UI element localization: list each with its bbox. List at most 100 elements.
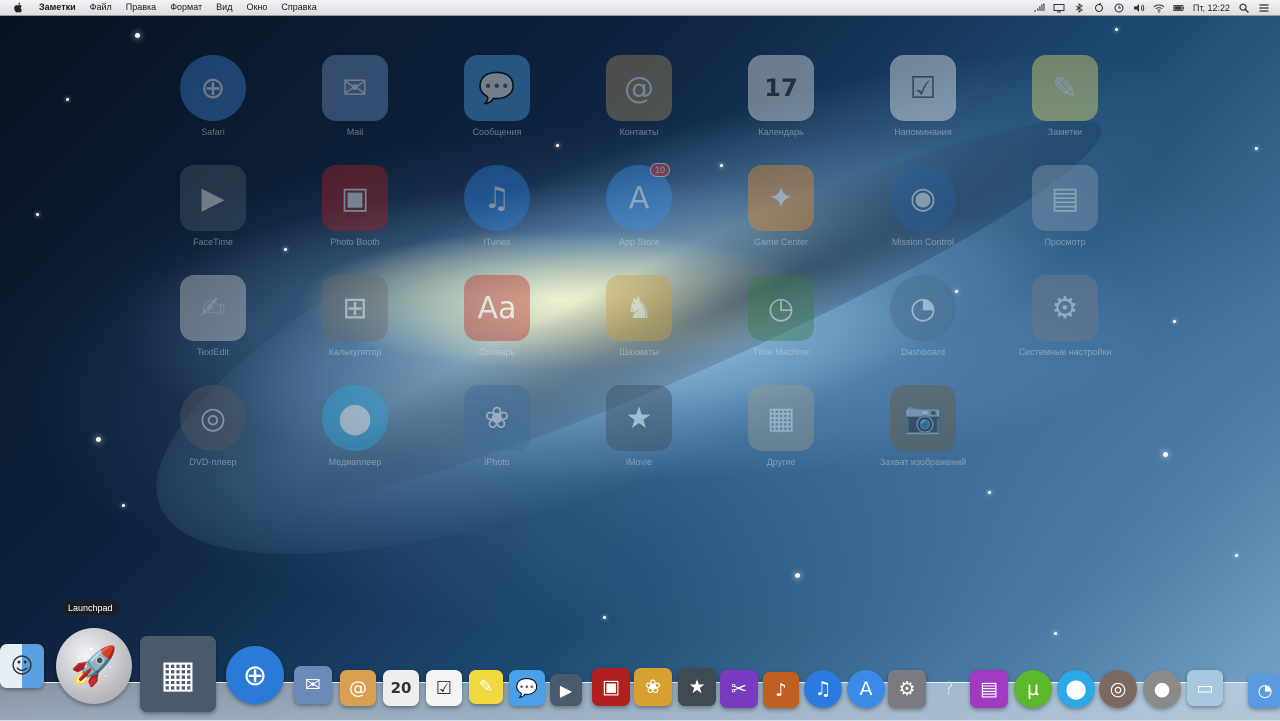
launchpad-app-facetime[interactable]: ▶ FaceTime bbox=[168, 165, 258, 265]
launchpad-app-notes[interactable]: ✎ Заметки bbox=[1020, 55, 1110, 155]
slideshow-icon: ▤ bbox=[980, 678, 998, 700]
launchpad-app-label: Safari bbox=[201, 127, 225, 137]
dock-item-garageband[interactable]: ♪ bbox=[763, 672, 799, 708]
dock-item-photo-booth[interactable]: ▣ bbox=[592, 668, 630, 706]
film-reel-icon: ⬤ bbox=[322, 385, 388, 451]
menu-file[interactable]: Файл bbox=[83, 0, 119, 15]
launchpad-app-label: Словарь bbox=[478, 347, 516, 357]
music-note-icon: ♫ bbox=[814, 678, 832, 700]
dock-item-messages[interactable]: 💬 bbox=[509, 670, 545, 706]
apple-menu-icon[interactable] bbox=[12, 2, 24, 13]
launchpad-app-image-capture[interactable]: 📷 Захват изображений bbox=[878, 385, 968, 485]
document-pen-icon-glyph: ✍ bbox=[200, 290, 226, 326]
launchpad-app-label: iMovie bbox=[625, 457, 652, 467]
folder-icon-glyph: ▦ bbox=[766, 400, 796, 436]
dock-item-finder[interactable]: ☺ bbox=[0, 644, 44, 688]
dock-item-safari[interactable]: ⊕ bbox=[226, 646, 284, 704]
dock-item-notes[interactable]: ✎ bbox=[469, 670, 503, 704]
launchpad-app-photo-booth[interactable]: ▣ Photo Booth bbox=[310, 165, 400, 265]
dock-item-downloads[interactable]: ◔ bbox=[1248, 674, 1280, 708]
star-icon: ★ bbox=[688, 676, 706, 698]
launchpad-app-label: Медиаплеер bbox=[328, 457, 382, 467]
launchpad-app-label: Другие bbox=[766, 457, 796, 467]
dock-item-final-cut[interactable]: ✂ bbox=[720, 670, 758, 708]
launchpad-app-preview[interactable]: ▤ Просмотр bbox=[1020, 165, 1110, 265]
launchpad-app-label: App Store bbox=[618, 237, 660, 247]
launchpad-app-label: Dashboard bbox=[900, 347, 946, 357]
dock-item-imovie[interactable]: ★ bbox=[678, 668, 716, 706]
video-camera-icon-glyph: ▶ bbox=[201, 180, 225, 216]
launchpad-app-mail[interactable]: ✉ Mail bbox=[310, 55, 400, 155]
menu-clock[interactable]: Пт, 12:22 bbox=[1193, 3, 1230, 13]
launchpad-app-safari[interactable]: ⊕ Safari bbox=[168, 55, 258, 155]
menu-format[interactable]: Формат bbox=[163, 0, 209, 15]
dock-item-dvd-player[interactable]: ◎ bbox=[1099, 670, 1137, 708]
launchpad-app-iphoto[interactable]: ❀ iPhoto bbox=[452, 385, 542, 485]
bars-status-icon[interactable] bbox=[1033, 3, 1045, 13]
compass-icon: ⊕ bbox=[242, 658, 268, 692]
launchpad-app-itunes[interactable]: ♫ iTunes bbox=[452, 165, 542, 265]
launchpad-app-calendar[interactable]: 17 Календарь bbox=[736, 55, 826, 155]
star bbox=[122, 504, 125, 507]
battery-icon[interactable] bbox=[1173, 3, 1185, 13]
launchpad-app-dictionary[interactable]: Aa Словарь bbox=[452, 275, 542, 375]
dock-item-help[interactable]: ? bbox=[932, 672, 966, 706]
menu-view[interactable]: Вид bbox=[209, 0, 239, 15]
launchpad-app-chess[interactable]: ♞ Шахматы bbox=[594, 275, 684, 375]
dock-item-reminders[interactable]: ☑ bbox=[426, 670, 462, 706]
dock-item-calendar[interactable]: 20 bbox=[383, 670, 419, 706]
wifi-icon[interactable] bbox=[1153, 3, 1165, 13]
star bbox=[1163, 452, 1168, 457]
dock-item-mission-control[interactable]: ▦ bbox=[140, 636, 216, 712]
notification-center-icon[interactable] bbox=[1258, 3, 1270, 13]
launchpad-app-label: Системные настройки bbox=[1018, 347, 1112, 357]
launchpad-app-dashboard[interactable]: ◔ Dashboard bbox=[878, 275, 968, 375]
launchpad-app-messages[interactable]: 💬 Сообщения bbox=[452, 55, 542, 155]
dock-item-media-record[interactable]: ● bbox=[1143, 670, 1181, 708]
dock-item-media-player[interactable]: ⬤ bbox=[1057, 670, 1095, 708]
screen-mirroring-icon[interactable] bbox=[1053, 3, 1065, 13]
clapperboard-icon: ✂ bbox=[731, 678, 747, 700]
launchpad-app-app-store[interactable]: A 10 App Store bbox=[594, 163, 684, 265]
launchpad-app-reminders[interactable]: ☑ Напоминания bbox=[878, 55, 968, 155]
launchpad-app-dvd-player[interactable]: ◎ DVD-плеер bbox=[168, 385, 258, 485]
launchpad-app-calculator[interactable]: ⊞ Калькулятор bbox=[310, 275, 400, 375]
launchpad-app-mission-control[interactable]: ◉ Mission Control bbox=[878, 165, 968, 265]
launchpad-app-utilities[interactable]: ▦ Другие bbox=[736, 385, 826, 485]
sync-icon[interactable] bbox=[1093, 2, 1105, 13]
dock-item-utorrent[interactable]: µ bbox=[1014, 670, 1052, 708]
volume-icon[interactable] bbox=[1133, 3, 1145, 13]
dictionary-icon-glyph: Aa bbox=[477, 290, 517, 326]
dock-item-app-store[interactable]: A bbox=[847, 670, 885, 708]
launchpad-app-system-preferences[interactable]: ⚙ Системные настройки bbox=[1018, 275, 1112, 375]
dock-item-system-preferences[interactable]: ⚙ bbox=[888, 670, 926, 708]
dock-item-itunes[interactable]: ♫ bbox=[804, 670, 842, 708]
dock-item-mail[interactable]: ✉ bbox=[294, 666, 332, 704]
chess-icon-glyph: ♞ bbox=[625, 290, 653, 326]
gauge-icon-glyph: ◔ bbox=[909, 290, 937, 326]
app-store-icon: A bbox=[859, 678, 873, 700]
menu-app-name[interactable]: Заметки bbox=[32, 0, 83, 15]
video-camera-icon: ▶ bbox=[559, 680, 573, 700]
dock-item-preview[interactable]: ▭ bbox=[1187, 670, 1223, 706]
launchpad-app-contacts[interactable]: @ Контакты bbox=[594, 55, 684, 155]
dock-item-launchpad[interactable]: 🚀 bbox=[56, 628, 132, 704]
menu-window[interactable]: Окно bbox=[239, 0, 274, 15]
launchpad-app-media-player[interactable]: ⬤ Медиаплеер bbox=[310, 385, 400, 485]
time-machine-icon[interactable] bbox=[1113, 3, 1125, 13]
menu-help[interactable]: Справка bbox=[274, 0, 323, 15]
dock-item-facetime[interactable]: ▶ bbox=[550, 674, 582, 706]
dock-item-photo-slideshow[interactable]: ▤ bbox=[970, 670, 1008, 708]
bluetooth-icon[interactable] bbox=[1073, 2, 1085, 13]
menu-edit[interactable]: Правка bbox=[119, 0, 163, 15]
launchpad-app-label: Time Machine bbox=[752, 347, 810, 357]
music-note-icon-glyph: ♫ bbox=[483, 180, 511, 216]
dock-item-iphoto[interactable]: ❀ bbox=[634, 668, 672, 706]
dock-item-contacts[interactable]: @ bbox=[340, 670, 376, 706]
launchpad-app-time-machine[interactable]: ◷ Time Machine bbox=[736, 275, 826, 375]
launchpad-app-game-center[interactable]: ✦ Game Center bbox=[736, 165, 826, 265]
launchpad-app-textedit[interactable]: ✍ TextEdit bbox=[168, 275, 258, 375]
launchpad-app-imovie[interactable]: ★ iMovie bbox=[594, 385, 684, 485]
launchpad-app-label: FaceTime bbox=[193, 237, 233, 247]
spotlight-search-icon[interactable] bbox=[1238, 3, 1250, 13]
